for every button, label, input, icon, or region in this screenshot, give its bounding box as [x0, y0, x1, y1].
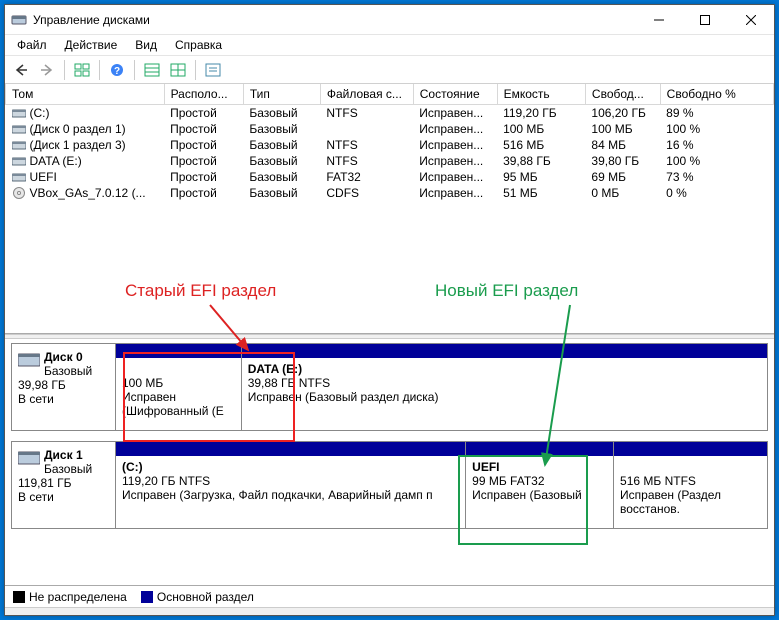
forward-button[interactable]	[35, 59, 59, 81]
column-header[interactable]: Свобод...	[585, 84, 660, 105]
disk-label[interactable]: Диск 1Базовый119,81 ГБВ сети	[12, 442, 116, 528]
menu-file[interactable]: Файл	[9, 36, 55, 54]
drive-icon	[12, 139, 26, 151]
disk-row[interactable]: Диск 1Базовый119,81 ГБВ сети(C:)119,20 Г…	[11, 441, 768, 529]
column-header[interactable]: Тип	[243, 84, 320, 105]
menubar: Файл Действие Вид Справка	[5, 35, 774, 56]
column-header[interactable]: Емкость	[497, 84, 585, 105]
drive-icon	[12, 107, 26, 119]
drive-icon	[12, 155, 26, 167]
maximize-button[interactable]	[682, 5, 728, 35]
legend-unallocated: Не распределена	[13, 590, 127, 604]
disk-icon	[18, 448, 40, 466]
menu-view[interactable]: Вид	[127, 36, 165, 54]
titlebar: Управление дисками	[5, 5, 774, 35]
graphical-view[interactable]: Диск 0Базовый39,98 ГБВ сети 100 МБИсправ…	[5, 339, 774, 585]
drive-icon	[12, 171, 26, 183]
menu-help[interactable]: Справка	[167, 36, 230, 54]
refresh-button[interactable]	[201, 59, 225, 81]
partition[interactable]: 100 МБИсправен (Шифрованный (E	[116, 344, 242, 430]
cd-icon	[12, 187, 26, 199]
column-header[interactable]: Свободно %	[660, 84, 773, 105]
menu-action[interactable]: Действие	[57, 36, 126, 54]
window: Управление дисками Файл Действие Вид Спр…	[4, 4, 775, 616]
close-button[interactable]	[728, 5, 774, 35]
toolbar: ?	[5, 56, 774, 84]
back-button[interactable]	[9, 59, 33, 81]
drive-icon	[12, 123, 26, 135]
volume-row[interactable]: VBox_GAs_7.0.12 (...ПростойБазовыйCDFSИс…	[6, 185, 774, 201]
volume-row[interactable]: UEFIПростойБазовыйFAT32Исправен...95 МБ6…	[6, 169, 774, 185]
disk-icon	[18, 350, 40, 368]
partition[interactable]: UEFI99 МБ FAT32Исправен (Базовый	[466, 442, 614, 528]
statusbar	[5, 607, 774, 615]
volume-row[interactable]: DATA (E:)ПростойБазовыйNTFSИсправен...39…	[6, 153, 774, 169]
app-icon	[11, 12, 27, 28]
column-header[interactable]: Располо...	[164, 84, 243, 105]
volume-row[interactable]: (Диск 1 раздел 3)ПростойБазовыйNTFSИспра…	[6, 137, 774, 153]
partition[interactable]: DATA (E:)39,88 ГБ NTFSИсправен (Базовый …	[242, 344, 767, 430]
settings-list-button[interactable]	[140, 59, 164, 81]
disk-label[interactable]: Диск 0Базовый39,98 ГБВ сети	[12, 344, 116, 430]
help-button[interactable]: ?	[105, 59, 129, 81]
svg-text:?: ?	[114, 66, 120, 77]
legend: Не распределена Основной раздел	[5, 585, 774, 607]
window-title: Управление дисками	[33, 13, 636, 27]
column-header[interactable]: Том	[6, 84, 165, 105]
volume-list[interactable]: ТомРасполо...ТипФайловая с...СостояниеЕм…	[5, 84, 774, 334]
settings-grid-button[interactable]	[166, 59, 190, 81]
partition[interactable]: (C:)119,20 ГБ NTFSИсправен (Загрузка, Фа…	[116, 442, 466, 528]
column-header[interactable]: Состояние	[413, 84, 497, 105]
volume-row[interactable]: (Диск 0 раздел 1)ПростойБазовыйИсправен.…	[6, 121, 774, 137]
legend-primary: Основной раздел	[141, 590, 254, 604]
view-options-button[interactable]	[70, 59, 94, 81]
disk-row[interactable]: Диск 0Базовый39,98 ГБВ сети 100 МБИсправ…	[11, 343, 768, 431]
volume-row[interactable]: (C:)ПростойБазовыйNTFSИсправен...119,20 …	[6, 105, 774, 122]
partition[interactable]: 516 МБ NTFSИсправен (Раздел восстанов.	[614, 442, 767, 528]
minimize-button[interactable]	[636, 5, 682, 35]
column-header[interactable]: Файловая с...	[320, 84, 413, 105]
